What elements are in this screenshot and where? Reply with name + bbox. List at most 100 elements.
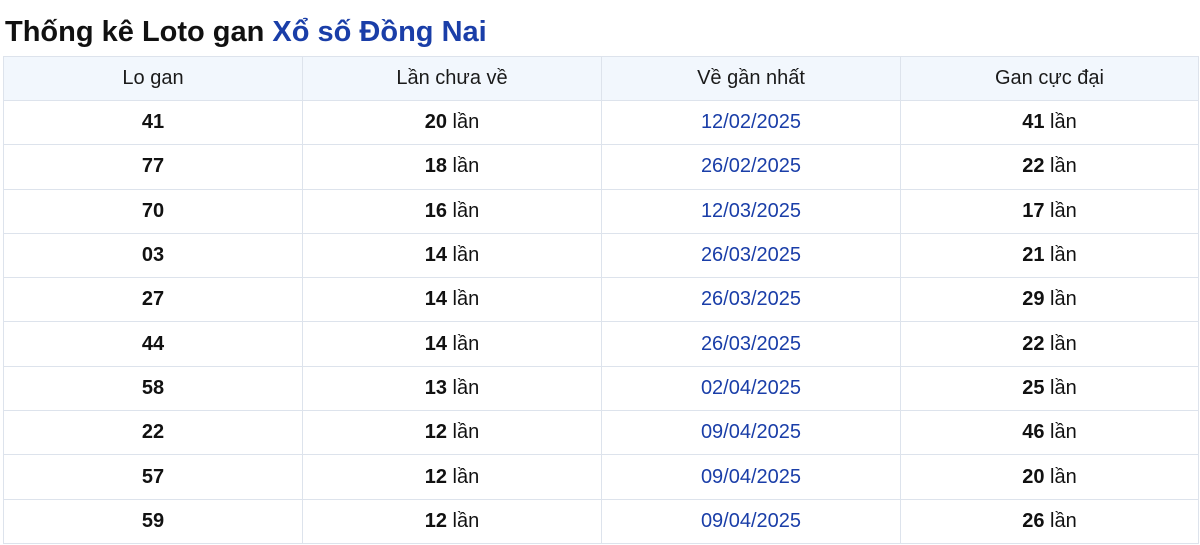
loto-gan-table: Lo gan Lần chưa về Về gần nhất Gan cực đ… <box>3 56 1199 544</box>
cell-gan-cuc-dai: 26 lần <box>900 498 1199 544</box>
cell-lo-gan: 27 <box>3 277 303 323</box>
cell-ve-gan-nhat: 26/03/2025 <box>601 277 901 323</box>
cell-lo-gan: 59 <box>3 498 303 544</box>
cell-lan-chua-ve: 12 lần <box>302 454 602 500</box>
missing-count: 14 <box>424 288 447 311</box>
cell-ve-gan-nhat: 26/02/2025 <box>601 144 901 190</box>
missing-unit: lần <box>452 509 480 532</box>
cell-gan-cuc-dai: 22 lần <box>900 144 1199 190</box>
missing-count: 12 <box>424 421 447 444</box>
cell-lo-gan: 70 <box>3 188 303 234</box>
cell-gan-cuc-dai: 41 lần <box>900 99 1199 146</box>
table-row: 03 14 lần 26/03/2025 21 lần <box>3 232 1199 279</box>
cell-gan-cuc-dai: 29 lần <box>900 277 1199 323</box>
title-lottery-name: Xổ số Đồng Nai <box>272 16 487 48</box>
missing-unit: lần <box>452 111 480 134</box>
lo-number: 27 <box>141 288 165 311</box>
missing-count: 14 <box>424 244 447 267</box>
missing-unit: lần <box>452 199 480 222</box>
last-date: 09/04/2025 <box>700 509 802 532</box>
last-date: 26/03/2025 <box>700 288 802 311</box>
missing-count: 18 <box>424 155 447 178</box>
last-date: 09/04/2025 <box>700 465 802 488</box>
missing-count: 20 <box>424 111 447 134</box>
last-date: 26/02/2025 <box>700 155 802 178</box>
cell-gan-cuc-dai: 20 lần <box>900 454 1199 500</box>
cell-gan-cuc-dai: 21 lần <box>900 232 1199 279</box>
table-header: Lo gan Lần chưa về Về gần nhất Gan cực đ… <box>3 56 1199 101</box>
missing-unit: lần <box>452 421 480 444</box>
cell-ve-gan-nhat: 09/04/2025 <box>601 410 901 456</box>
max-gap-unit: lần <box>1050 111 1077 134</box>
header-gan-cuc-dai: Gan cực đại <box>900 56 1199 101</box>
lo-number: 03 <box>141 244 165 267</box>
missing-unit: lần <box>452 155 480 178</box>
cell-lan-chua-ve: 18 lần <box>302 144 602 190</box>
cell-lo-gan: 41 <box>3 99 303 146</box>
lo-number: 58 <box>141 376 165 399</box>
max-gap-unit: lần <box>1050 421 1077 444</box>
cell-ve-gan-nhat: 26/03/2025 <box>601 321 901 367</box>
cell-lo-gan: 57 <box>3 454 303 500</box>
max-gap-unit: lần <box>1050 199 1077 222</box>
table-row: 41 20 lần 12/02/2025 41 lần <box>3 99 1199 146</box>
cell-lo-gan: 44 <box>3 321 303 367</box>
page-title: Thống kê Loto gan Xổ số Đồng Nai <box>5 12 487 52</box>
missing-unit: lần <box>452 244 480 267</box>
cell-lo-gan: 58 <box>3 365 303 412</box>
max-gap-count: 41 <box>1022 111 1045 134</box>
table-row: 44 14 lần 26/03/2025 22 lần <box>3 321 1199 367</box>
missing-count: 12 <box>424 509 447 532</box>
max-gap-unit: lần <box>1050 376 1077 399</box>
table-row: 22 12 lần 09/04/2025 46 lần <box>3 410 1199 456</box>
max-gap-count: 22 <box>1022 155 1045 178</box>
cell-gan-cuc-dai: 22 lần <box>900 321 1199 367</box>
table-row: 59 12 lần 09/04/2025 26 lần <box>3 498 1199 544</box>
cell-lan-chua-ve: 14 lần <box>302 277 602 323</box>
missing-unit: lần <box>452 288 480 311</box>
max-gap-unit: lần <box>1050 332 1077 355</box>
lo-number: 77 <box>141 155 165 178</box>
max-gap-unit: lần <box>1050 465 1077 488</box>
table-row: 77 18 lần 26/02/2025 22 lần <box>3 144 1199 190</box>
header-row: Lo gan Lần chưa về Về gần nhất Gan cực đ… <box>3 56 1199 101</box>
cell-ve-gan-nhat: 26/03/2025 <box>601 232 901 279</box>
cell-gan-cuc-dai: 17 lần <box>900 188 1199 234</box>
missing-count: 14 <box>424 332 447 355</box>
table-row: 27 14 lần 26/03/2025 29 lần <box>3 277 1199 323</box>
cell-lo-gan: 03 <box>3 232 303 279</box>
last-date: 12/02/2025 <box>700 111 802 134</box>
last-date: 26/03/2025 <box>700 244 802 267</box>
page: Thống kê Loto gan Xổ số Đồng Nai Lo gan … <box>0 0 1200 545</box>
lo-number: 59 <box>141 509 165 532</box>
missing-count: 16 <box>424 199 447 222</box>
missing-unit: lần <box>452 332 480 355</box>
cell-lan-chua-ve: 20 lần <box>302 99 602 146</box>
cell-lan-chua-ve: 14 lần <box>302 232 602 279</box>
max-gap-unit: lần <box>1050 244 1077 267</box>
cell-ve-gan-nhat: 09/04/2025 <box>601 498 901 544</box>
lo-number: 70 <box>141 199 165 222</box>
title-prefix: Thống kê Loto gan <box>5 16 265 48</box>
missing-unit: lần <box>452 465 480 488</box>
max-gap-unit: lần <box>1050 155 1077 178</box>
last-date: 12/03/2025 <box>700 199 802 222</box>
max-gap-count: 22 <box>1022 332 1045 355</box>
table-row: 70 16 lần 12/03/2025 17 lần <box>3 188 1199 234</box>
table-body: 41 20 lần 12/02/2025 41 lần 77 18 lần 26/02/20… <box>3 99 1199 544</box>
max-gap-count: 17 <box>1022 199 1045 222</box>
max-gap-unit: lần <box>1050 288 1077 311</box>
lo-number: 44 <box>141 332 165 355</box>
max-gap-count: 29 <box>1022 288 1045 311</box>
table-row: 58 13 lần 02/04/2025 25 lần <box>3 365 1199 412</box>
max-gap-count: 26 <box>1022 509 1045 532</box>
header-lan-chua-ve: Lần chưa về <box>302 56 602 101</box>
cell-lo-gan: 22 <box>3 410 303 456</box>
cell-lan-chua-ve: 12 lần <box>302 410 602 456</box>
lo-number: 41 <box>141 111 165 134</box>
missing-unit: lần <box>452 376 480 399</box>
max-gap-count: 20 <box>1022 465 1045 488</box>
cell-gan-cuc-dai: 46 lần <box>900 410 1199 456</box>
cell-ve-gan-nhat: 12/03/2025 <box>601 188 901 234</box>
max-gap-unit: lần <box>1050 509 1077 532</box>
